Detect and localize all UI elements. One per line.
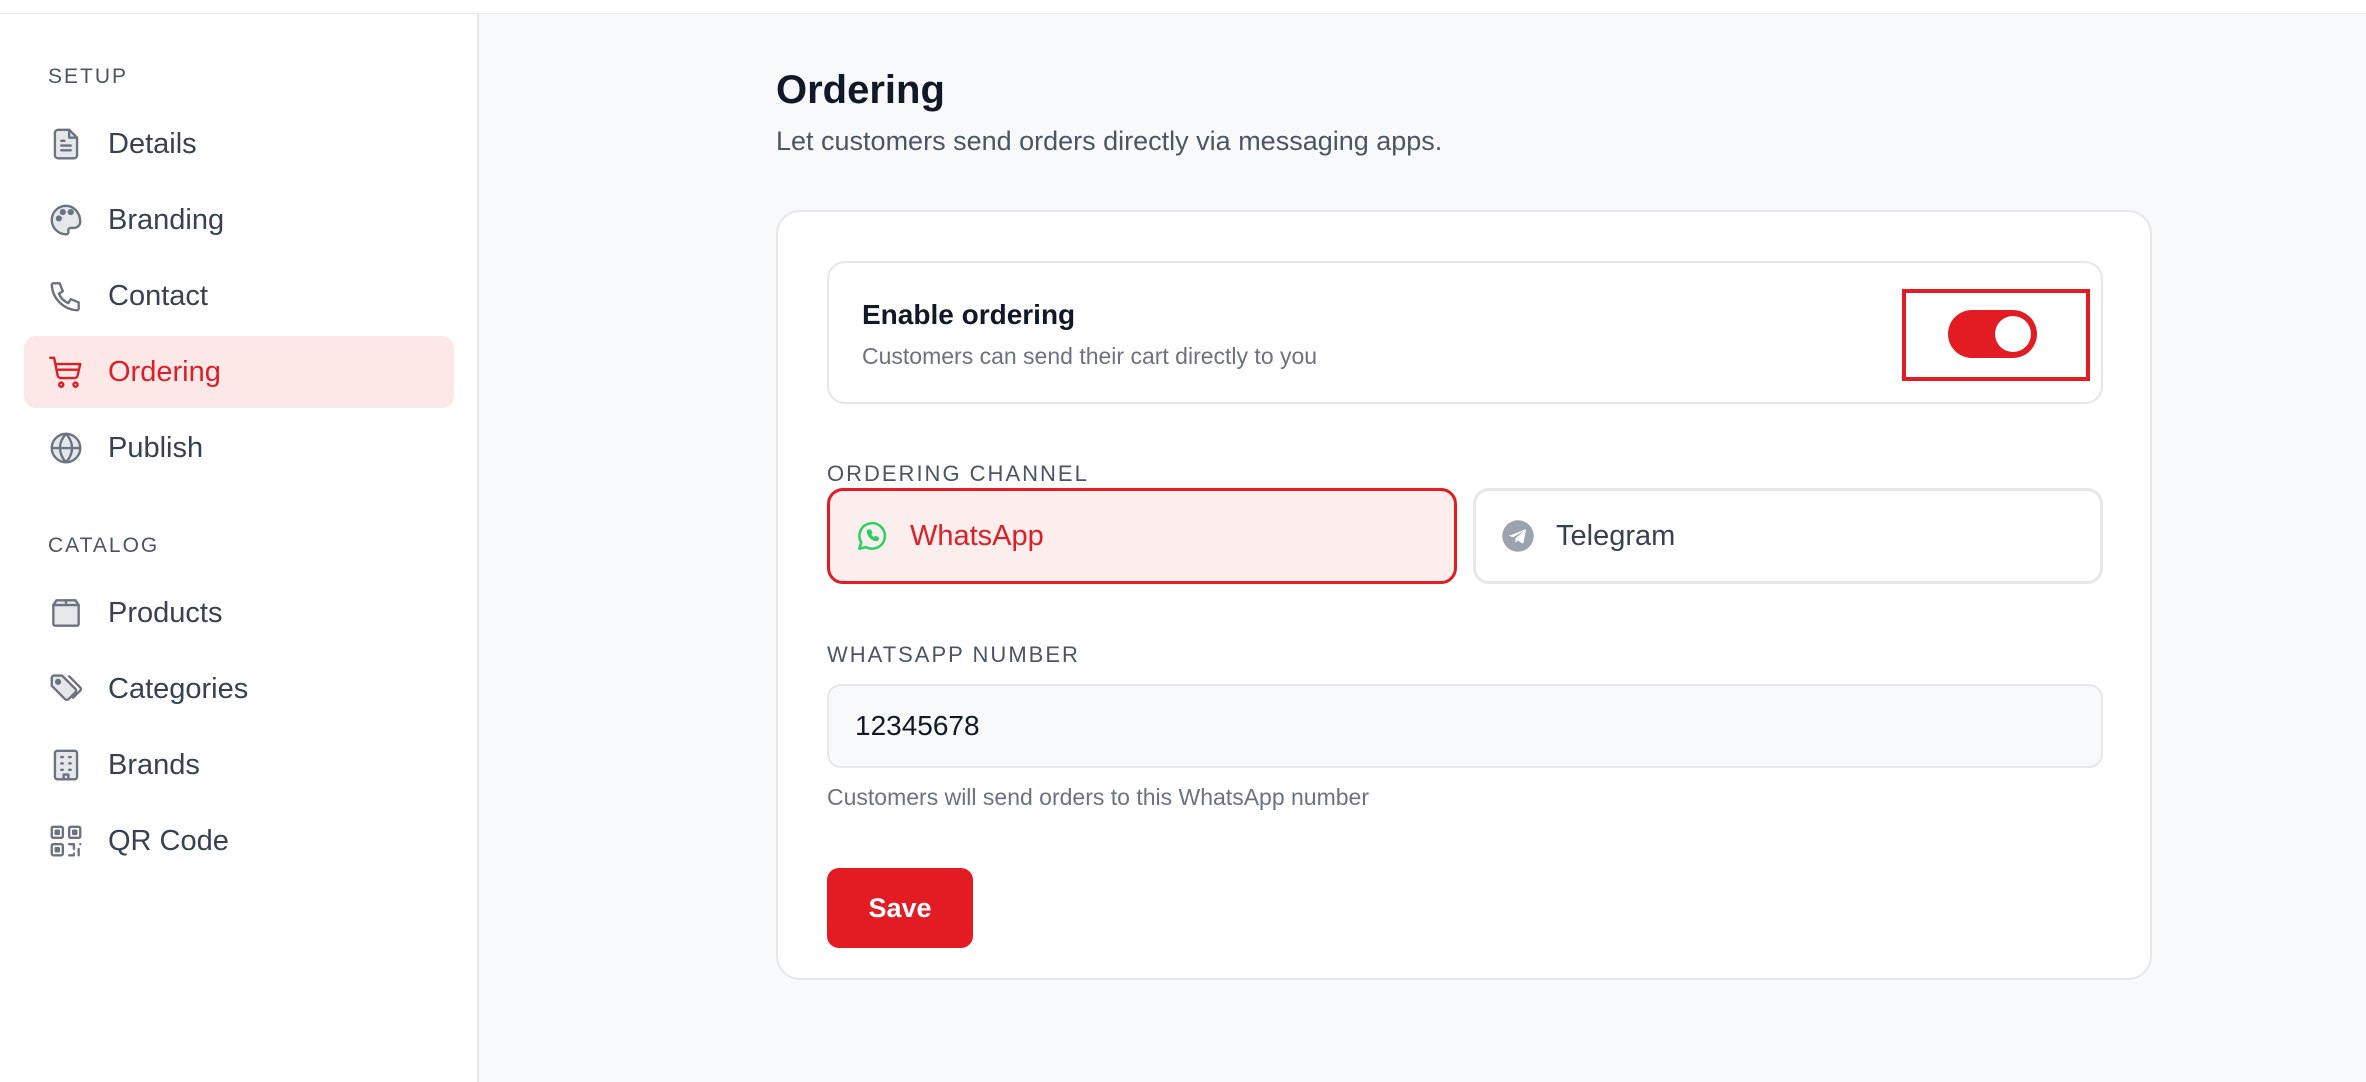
sidebar-item-label: Details <box>108 127 197 160</box>
channel-option-whatsapp[interactable]: WhatsApp <box>827 488 1457 584</box>
building-icon <box>46 745 86 785</box>
globe-icon <box>46 428 86 468</box>
page-subtitle: Let customers send orders directly via m… <box>776 126 1443 156</box>
sidebar-item-brands[interactable]: Brands <box>24 729 454 801</box>
qr-code-icon <box>46 821 86 861</box>
sidebar-item-branding[interactable]: Branding <box>24 184 454 256</box>
whatsapp-number-helper: Customers will send orders to this Whats… <box>827 784 1369 810</box>
tags-icon <box>46 669 86 709</box>
page-title: Ordering <box>776 68 945 112</box>
palette-icon <box>46 200 86 240</box>
sidebar-item-label: QR Code <box>108 824 229 857</box>
enable-ordering-title: Enable ordering <box>862 299 1076 330</box>
phone-icon <box>46 276 86 316</box>
telegram-icon <box>1502 520 1534 552</box>
ordering-channel-label: ORDERING CHANNEL <box>827 461 1089 486</box>
sidebar-item-ordering[interactable]: Ordering <box>24 336 454 408</box>
sidebar-item-qr-code[interactable]: QR Code <box>24 805 454 877</box>
channel-option-telegram[interactable]: Telegram <box>1473 488 2103 584</box>
enable-ordering-description: Customers can send their cart directly t… <box>862 343 1318 369</box>
top-bar <box>0 0 2366 14</box>
sidebar-item-label: Ordering <box>108 355 221 388</box>
box-icon <box>46 593 86 633</box>
section-label-setup: SETUP <box>48 65 129 88</box>
toggle-knob <box>1995 316 2031 352</box>
sidebar-item-label: Branding <box>108 203 225 236</box>
whatsapp-icon <box>857 521 887 551</box>
channel-label-whatsapp: WhatsApp <box>910 519 1044 552</box>
sidebar-item-label: Products <box>108 596 223 629</box>
enable-ordering-row: Enable ordering Customers can send their… <box>827 261 2103 404</box>
sidebar-item-contact[interactable]: Contact <box>24 260 454 332</box>
whatsapp-number-input[interactable] <box>827 684 2103 768</box>
sidebar-item-label: Categories <box>108 672 249 705</box>
sidebar-item-publish[interactable]: Publish <box>24 412 454 484</box>
ordering-settings-card: Enable ordering Customers can send their… <box>776 210 2152 980</box>
document-icon <box>46 124 86 164</box>
main-content: Ordering Let customers send orders direc… <box>480 14 2366 1082</box>
cart-icon <box>46 352 86 392</box>
sidebar-item-categories[interactable]: Categories <box>24 653 454 725</box>
sidebar-item-label: Brands <box>108 748 200 781</box>
sidebar: SETUP Details Branding Contact Ordering … <box>0 14 479 1082</box>
sidebar-item-label: Contact <box>108 279 208 312</box>
enable-ordering-toggle[interactable] <box>1948 310 2037 358</box>
whatsapp-number-label: WHATSAPP NUMBER <box>827 642 1080 667</box>
sidebar-item-label: Publish <box>108 431 204 464</box>
section-label-catalog: CATALOG <box>48 534 160 557</box>
sidebar-item-products[interactable]: Products <box>24 577 454 649</box>
save-button[interactable]: Save <box>827 868 973 948</box>
channel-label-telegram: Telegram <box>1556 519 1676 552</box>
sidebar-item-details[interactable]: Details <box>24 108 454 180</box>
